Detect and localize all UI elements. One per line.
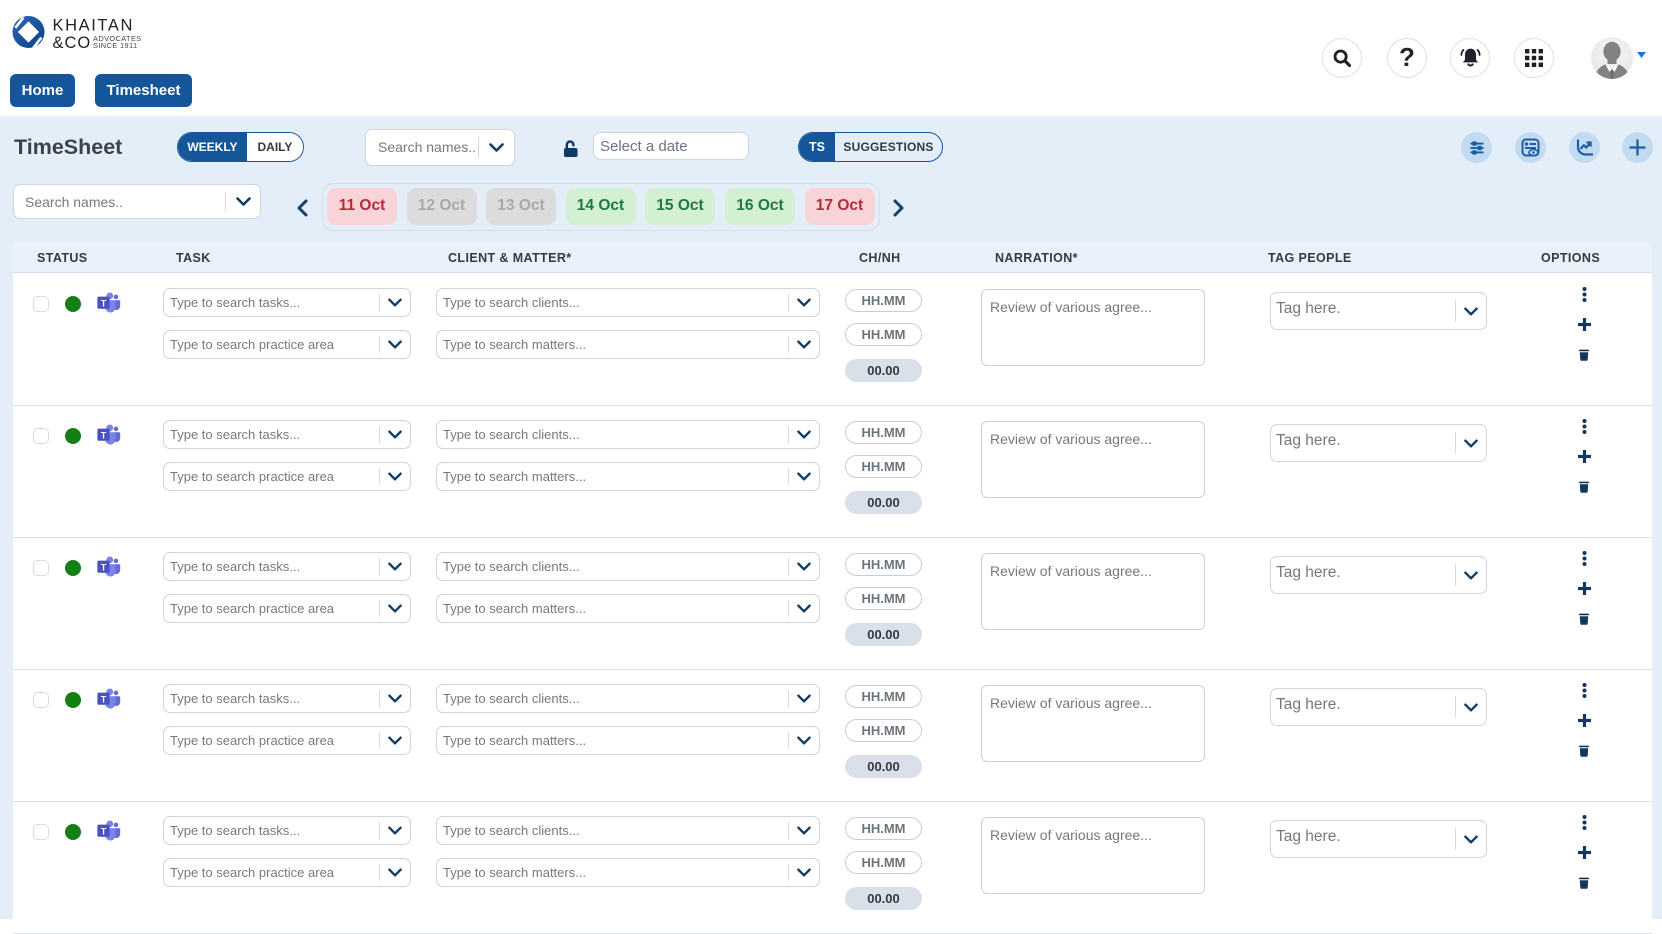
svg-text:SINCE 1911: SINCE 1911	[93, 41, 138, 50]
svg-text:KHAITAN: KHAITAN	[53, 17, 135, 35]
svg-text:T: T	[101, 694, 107, 704]
svg-text:T: T	[101, 826, 107, 836]
svg-text:T: T	[101, 298, 107, 308]
svg-text:&CO: &CO	[53, 34, 92, 52]
svg-text:T: T	[101, 562, 107, 572]
svg-text:T: T	[101, 430, 107, 440]
